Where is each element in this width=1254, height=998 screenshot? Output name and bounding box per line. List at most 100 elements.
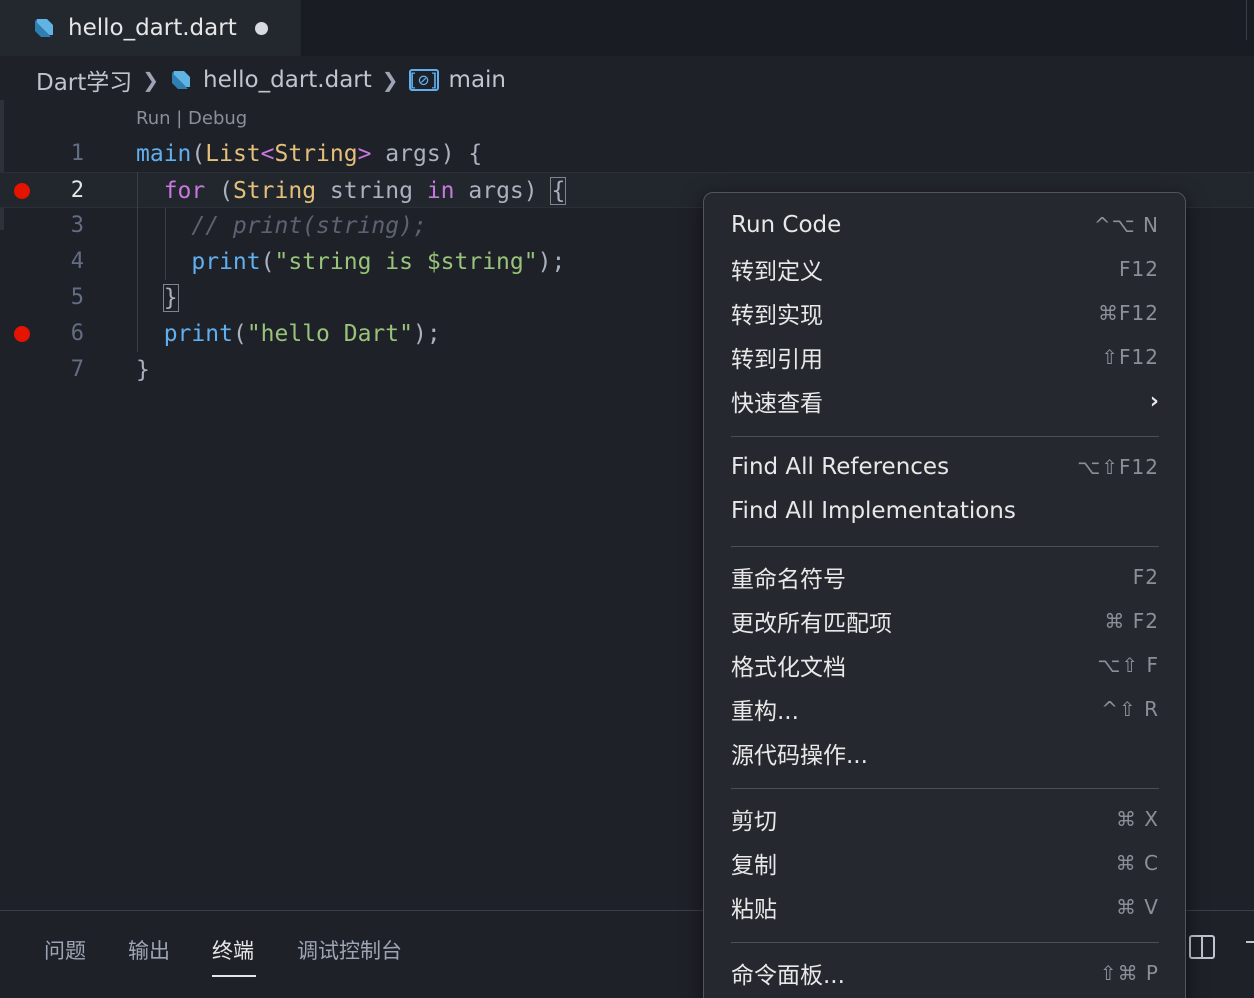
menu-item-label: 源代码操作... bbox=[731, 743, 868, 769]
menu-item-shortcut: ⌘ X bbox=[1115, 807, 1159, 831]
menu-item-label: 命令面板... bbox=[731, 963, 845, 989]
menu-item[interactable]: 重命名符号 F2 bbox=[731, 557, 1159, 597]
line-number: 4 bbox=[70, 249, 84, 274]
menu-item[interactable]: Find All Implementations bbox=[731, 491, 1159, 531]
tab-bar-edge bbox=[1246, 0, 1254, 40]
code-token: ); bbox=[412, 321, 441, 347]
menu-item-shortcut: ⌘ C bbox=[1115, 851, 1159, 875]
menu-item[interactable]: 更改所有匹配项 ⌘ F2 bbox=[731, 601, 1159, 641]
breakpoint-icon[interactable] bbox=[14, 183, 30, 199]
menu-item[interactable]: 粘贴 ⌘ V bbox=[731, 887, 1159, 927]
code-token: { bbox=[550, 177, 567, 205]
code-token: } bbox=[136, 357, 150, 383]
code-text: } bbox=[136, 352, 150, 388]
menu-item-label: 重构... bbox=[731, 699, 799, 725]
menu-item[interactable]: 转到实现 ⌘F12 bbox=[731, 293, 1159, 333]
codelens-run-debug[interactable]: Run | Debug bbox=[136, 108, 247, 129]
panel-tab-output[interactable]: 输出 bbox=[128, 935, 170, 965]
chevron-right-icon: ❯ bbox=[381, 68, 399, 92]
menu-item[interactable]: 转到引用 ⇧F12 bbox=[731, 337, 1159, 377]
menu-item-shortcut: ⇧F12 bbox=[1101, 345, 1159, 369]
code-token: ( bbox=[205, 178, 233, 204]
panel-tab-problems[interactable]: 问题 bbox=[44, 935, 86, 965]
code-token: List bbox=[205, 141, 261, 167]
menu-item[interactable]: 转到定义 F12 bbox=[731, 249, 1159, 289]
menu-item-shortcut: ⇧⌘ P bbox=[1099, 961, 1159, 985]
code-token: ( bbox=[232, 321, 247, 347]
menu-separator bbox=[731, 546, 1159, 547]
code-token: < bbox=[260, 141, 275, 167]
menu-item[interactable]: 源代码操作... bbox=[731, 733, 1159, 773]
context-menu: Run Code ^⌥ N 转到定义 F12 转到实现 ⌘F12 转到引用 ⇧F12 快速查看 ›… bbox=[703, 192, 1186, 998]
chevron-right-icon: ❯ bbox=[142, 68, 160, 92]
code-token: for bbox=[136, 178, 206, 204]
menu-item-label: 格式化文档 bbox=[731, 655, 846, 681]
menu-item-label: 转到引用 bbox=[731, 347, 823, 373]
menu-item[interactable]: Find All References ⌥⇧F12 bbox=[731, 447, 1159, 487]
menu-item-label: 剪切 bbox=[731, 809, 777, 835]
code-token: ( bbox=[260, 249, 275, 275]
menu-separator bbox=[731, 436, 1159, 437]
menu-item-label: 转到定义 bbox=[731, 259, 823, 285]
line-number: 2 bbox=[70, 178, 84, 203]
code-token: String bbox=[274, 141, 358, 167]
code-token: ( bbox=[191, 141, 206, 167]
menu-item-shortcut: ⌘ V bbox=[1115, 895, 1159, 919]
menu-item-shortcut: ^⇧ R bbox=[1101, 697, 1159, 721]
code-line[interactable]: 1 main(List<String> args) { bbox=[0, 136, 1254, 172]
panel-tab-terminal[interactable]: 终端 bbox=[212, 935, 254, 965]
indent-guide bbox=[165, 208, 166, 280]
chevron-right-icon: › bbox=[1149, 388, 1159, 414]
code-text: print("hello Dart"); bbox=[136, 316, 441, 352]
dart-file-icon bbox=[35, 19, 53, 37]
dart-file-icon bbox=[172, 71, 191, 89]
panel-tab-debug-console[interactable]: 调试控制台 bbox=[297, 935, 402, 965]
code-text: // print(string); bbox=[136, 208, 426, 244]
breadcrumb: Dart学习 ❯ hello_dart.dart ❯ [⊘] main bbox=[36, 62, 506, 98]
menu-item[interactable]: 复制 ⌘ C bbox=[731, 843, 1159, 883]
menu-item[interactable]: Run Code ^⌥ N bbox=[731, 205, 1159, 245]
code-token: args) { bbox=[371, 141, 483, 167]
menu-item-shortcut: ^⌥ N bbox=[1093, 213, 1159, 237]
menu-item[interactable]: 格式化文档 ⌥⇧ F bbox=[731, 645, 1159, 685]
menu-item-shortcut: ⌘F12 bbox=[1098, 301, 1159, 325]
menu-item-shortcut: F12 bbox=[1119, 257, 1159, 281]
panel-more-icon[interactable] bbox=[1246, 941, 1254, 943]
menu-item[interactable]: 快速查看 › bbox=[731, 381, 1159, 421]
code-token: String bbox=[232, 178, 317, 204]
code-token: > bbox=[357, 141, 372, 167]
code-token: string bbox=[316, 178, 427, 204]
menu-item[interactable]: 命令面板... ⇧⌘ P bbox=[731, 953, 1159, 993]
code-token: } bbox=[162, 284, 179, 312]
code-token: "string is $string" bbox=[274, 249, 538, 275]
code-token: ); bbox=[537, 249, 566, 275]
menu-item-label: 转到实现 bbox=[731, 303, 823, 329]
breakpoint-icon[interactable] bbox=[14, 326, 30, 342]
menu-item[interactable]: 剪切 ⌘ X bbox=[731, 799, 1159, 839]
menu-item-label: Run Code bbox=[731, 212, 842, 238]
line-number: 7 bbox=[70, 357, 84, 382]
menu-item-label: 复制 bbox=[731, 853, 777, 879]
breadcrumb-folder[interactable]: Dart学习 bbox=[36, 63, 132, 97]
menu-item-label: 更改所有匹配项 bbox=[731, 611, 892, 637]
menu-separator bbox=[731, 788, 1159, 789]
breadcrumb-symbol[interactable]: main bbox=[449, 67, 506, 93]
code-text: } bbox=[136, 280, 179, 316]
line-number: 3 bbox=[70, 213, 84, 238]
tab-bar: hello_dart.dart bbox=[0, 0, 1254, 56]
menu-item-label: 快速查看 bbox=[731, 391, 823, 417]
menu-item-shortcut: F2 bbox=[1132, 565, 1159, 589]
code-token: main bbox=[136, 141, 192, 167]
unsaved-dot-icon[interactable] bbox=[254, 21, 268, 35]
tab-label: hello_dart.dart bbox=[68, 15, 237, 41]
menu-item[interactable]: 重构... ^⇧ R bbox=[731, 689, 1159, 729]
split-panel-icon[interactable] bbox=[1189, 935, 1215, 959]
menu-item-shortcut: ⌥⇧F12 bbox=[1077, 455, 1159, 479]
editor-tab[interactable]: hello_dart.dart bbox=[0, 0, 302, 56]
line-number: 5 bbox=[70, 285, 84, 310]
menu-item-label: Find All Implementations bbox=[731, 498, 1016, 524]
code-token: in bbox=[426, 178, 455, 204]
breadcrumb-file[interactable]: hello_dart.dart bbox=[203, 67, 372, 93]
